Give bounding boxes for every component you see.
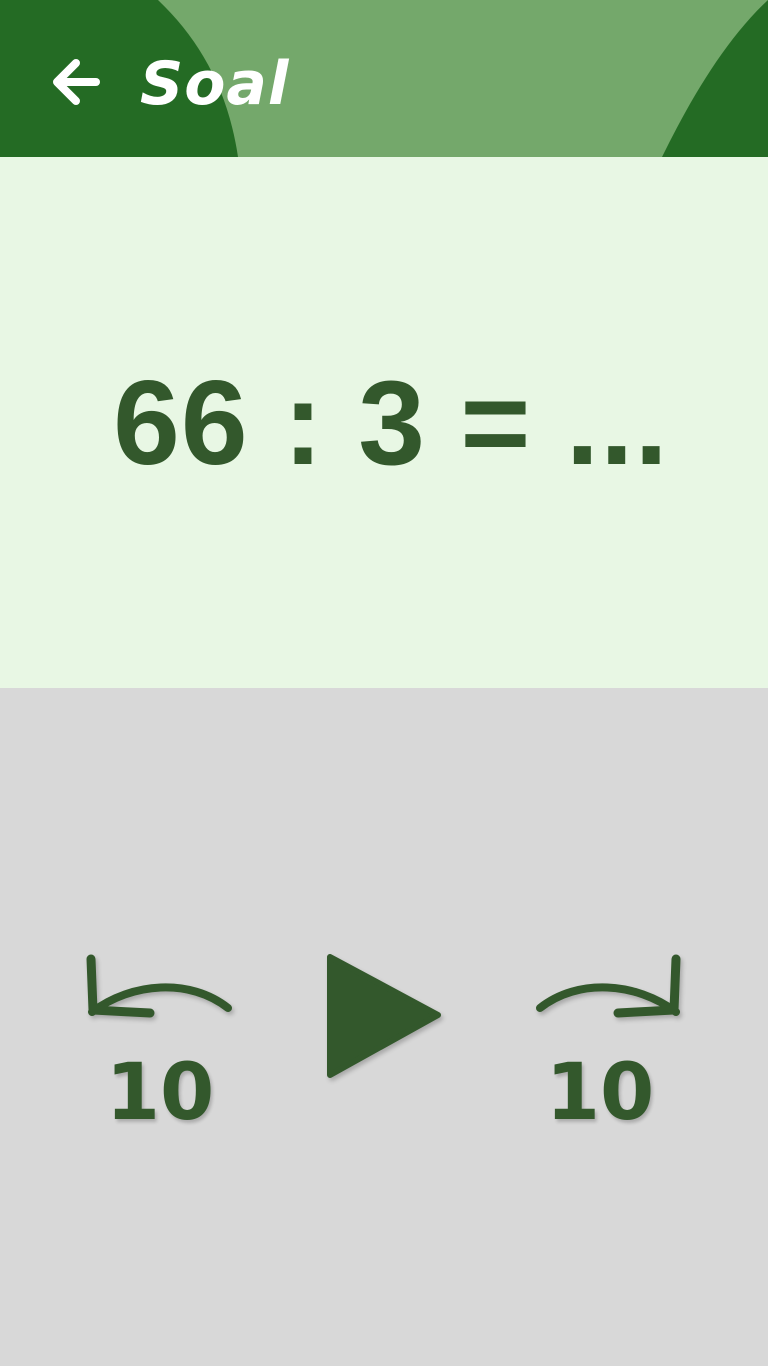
forward-label: 10 (545, 1048, 655, 1138)
rewind-arrow-icon (86, 954, 232, 1018)
back-button[interactable] (40, 48, 112, 120)
play-button[interactable] (310, 943, 460, 1093)
header-background (0, 0, 768, 157)
arrow-left-icon (50, 58, 102, 110)
rewind-10-button[interactable]: 10 (70, 938, 250, 1138)
rewind-label: 10 (105, 1048, 215, 1138)
play-icon (327, 954, 441, 1078)
app-header: Soal (0, 0, 768, 157)
page-title: Soal (140, 49, 290, 119)
forward-10-button[interactable]: 10 (518, 938, 698, 1138)
forward-arrow-icon (536, 954, 681, 1018)
question-text: 66 : 3 = ... (113, 355, 669, 490)
audio-controls: 10 10 (0, 688, 768, 1366)
question-panel: 66 : 3 = ... (0, 157, 768, 688)
